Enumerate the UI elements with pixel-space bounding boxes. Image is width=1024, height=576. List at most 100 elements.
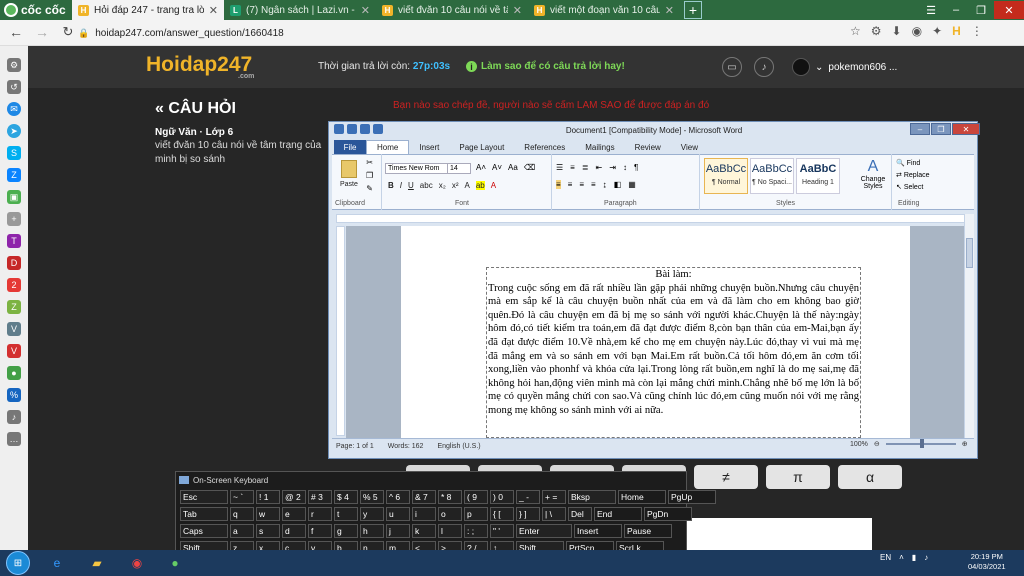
volume-icon[interactable]: ♪ — [924, 553, 928, 562]
hoidap-logo[interactable]: Hoidap247 .com — [146, 53, 254, 80]
tab-file[interactable]: File — [334, 140, 366, 154]
replace-button[interactable]: ⇄ Replace — [896, 170, 930, 182]
increase-indent-icon[interactable]: ⇥ — [609, 163, 616, 172]
osk-key[interactable]: _ - — [516, 490, 540, 504]
osk-key[interactable]: # 3 — [308, 490, 332, 504]
history-icon[interactable]: ↺ — [7, 80, 21, 94]
zoom-out-icon[interactable]: ⊖ — [874, 440, 880, 448]
clock[interactable]: 20:19 PM 04/03/2021 — [968, 552, 1006, 572]
sort-icon[interactable]: ↕ — [623, 163, 627, 172]
osk-key[interactable]: Esc — [180, 490, 228, 504]
osk-key[interactable]: | \ — [542, 507, 566, 521]
tab-home[interactable]: Home — [366, 140, 410, 154]
browser-menu-icon[interactable]: ☰ — [919, 1, 943, 19]
align-right-icon[interactable]: ≡ — [579, 180, 584, 189]
more-icon[interactable]: ⋮ — [971, 24, 983, 38]
multilevel-icon[interactable]: ≣ — [582, 163, 589, 172]
browser-brand[interactable]: cốc cốc — [0, 0, 72, 20]
close-tab-icon[interactable]: ✕ — [209, 4, 218, 17]
osk-key[interactable]: w — [256, 507, 280, 521]
math-key-pi[interactable]: π — [766, 465, 830, 489]
bold-icon[interactable]: B — [388, 181, 394, 190]
language-indicator[interactable]: EN — [880, 553, 891, 562]
shading-icon[interactable]: ◧ — [614, 180, 622, 189]
osk-key[interactable]: i — [412, 507, 436, 521]
paste-icon[interactable] — [341, 160, 357, 178]
shrink-font-icon[interactable]: A˅ — [492, 163, 502, 172]
hoidap-extension-icon[interactable]: H — [952, 24, 961, 38]
status-page[interactable]: Page: 1 of 1 — [336, 443, 374, 450]
essay-textbox[interactable]: Bài làm: Trong cuộc sống em đã rất nhiều… — [486, 267, 861, 438]
osk-key[interactable]: t — [334, 507, 358, 521]
find-button[interactable]: 🔍 Find — [896, 158, 930, 170]
bookmark-star-icon[interactable]: ☆ — [850, 24, 861, 38]
ie-icon[interactable]: e — [42, 551, 72, 575]
close-window-icon[interactable]: ✕ — [994, 1, 1024, 19]
format-painter-icon[interactable]: ✎ — [366, 184, 373, 193]
puzzle-icon[interactable]: ✦ — [932, 24, 942, 38]
superscript-icon[interactable]: x² — [452, 181, 459, 190]
close-tab-icon[interactable]: ✕ — [665, 4, 674, 17]
style-no-spacing[interactable]: AaBbCc ¶ No Spaci... — [750, 158, 794, 194]
tab-lazi[interactable]: L(7) Ngân sách | Lazi.vn - Công✕ — [224, 0, 376, 20]
style-heading-1[interactable]: AaBbC Heading 1 — [796, 158, 840, 194]
back-arrow-icon[interactable]: ← — [4, 24, 28, 40]
download-icon[interactable]: ⬇ — [892, 24, 902, 38]
tab-review[interactable]: Review — [625, 140, 671, 154]
justify-icon[interactable]: ≡ — [591, 180, 596, 189]
font-color-icon[interactable]: A — [491, 181, 496, 190]
vertical-ruler[interactable] — [336, 226, 345, 436]
align-center-icon[interactable]: ≡ — [568, 180, 573, 189]
font-size-box[interactable]: 14 — [447, 163, 471, 174]
osk-key[interactable]: g — [334, 524, 358, 538]
zalo-icon[interactable]: Z — [7, 168, 21, 182]
tab-hoidap-2[interactable]: Hviết đvăn 10 câu nói về tâm tr✕ — [376, 0, 528, 20]
math-key-neq[interactable]: ≠ — [694, 465, 758, 489]
tab-insert[interactable]: Insert — [409, 140, 449, 154]
strikethrough-icon[interactable]: abc — [420, 181, 433, 190]
more-dots-icon[interactable]: … — [7, 432, 21, 446]
tab-mailings[interactable]: Mailings — [575, 140, 624, 154]
osk-key[interactable]: y — [360, 507, 384, 521]
tab-view[interactable]: View — [671, 140, 708, 154]
osk-key[interactable]: u — [386, 507, 410, 521]
close-icon[interactable]: ✕ — [952, 123, 980, 135]
osk-key[interactable]: k — [412, 524, 436, 538]
vertical-scrollbar[interactable] — [964, 214, 974, 438]
grow-font-icon[interactable]: A˄ — [476, 163, 486, 172]
osk-key[interactable]: ^ 6 — [386, 490, 410, 504]
app-2-icon[interactable]: 2 — [7, 278, 21, 292]
file-explorer-icon[interactable]: ▰ — [82, 551, 112, 575]
underline-icon[interactable]: U — [408, 181, 414, 190]
close-tab-icon[interactable]: ✕ — [361, 4, 370, 17]
game-icon[interactable]: ▣ — [7, 190, 21, 204]
zoom-level[interactable]: 100% — [850, 441, 868, 448]
extension-icon[interactable]: ⚙ — [871, 24, 882, 38]
osk-key[interactable]: d — [282, 524, 306, 538]
tab-references[interactable]: References — [514, 140, 575, 154]
osk-key[interactable]: l — [438, 524, 462, 538]
select-button[interactable]: ↖ Select — [896, 182, 930, 194]
osk-key[interactable]: p — [464, 507, 488, 521]
minimize-icon[interactable]: – — [910, 123, 930, 135]
decrease-indent-icon[interactable]: ⇤ — [596, 163, 603, 172]
app-d-icon[interactable]: D — [7, 256, 21, 270]
app-v-icon[interactable]: V — [7, 322, 21, 336]
osk-key[interactable]: @ 2 — [282, 490, 306, 504]
skype-icon[interactable]: S — [7, 146, 21, 160]
network-icon[interactable]: ▮ — [912, 553, 916, 562]
url-field[interactable]: 🔒 hoidap247.com/answer_question/1660418 — [78, 24, 838, 42]
cut-icon[interactable]: ✂ — [366, 158, 373, 167]
tray-chevron-icon[interactable]: ˄ — [899, 553, 904, 562]
osk-key[interactable]: e — [282, 507, 306, 521]
osk-key[interactable]: * 8 — [438, 490, 462, 504]
osk-key[interactable]: f — [308, 524, 332, 538]
text-effects-icon[interactable]: A — [464, 181, 469, 190]
osk-key[interactable]: % 5 — [360, 490, 384, 504]
paste-button[interactable]: Paste — [340, 181, 358, 188]
status-words[interactable]: Words: 162 — [388, 443, 424, 450]
minimize-icon[interactable]: – — [944, 1, 968, 19]
borders-icon[interactable]: ▦ — [628, 180, 636, 189]
bell-icon[interactable]: ♪ — [7, 410, 21, 424]
align-left-icon[interactable]: ≡ — [556, 180, 561, 189]
